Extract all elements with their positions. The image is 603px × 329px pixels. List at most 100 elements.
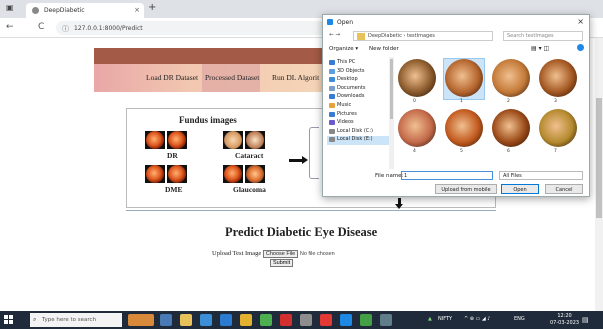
app-icon[interactable] [260, 314, 272, 326]
url-input[interactable]: ⓘ 127.0.0.1:8000/Predict [56, 21, 326, 35]
taskbar-search-input[interactable]: ⌕ Type here to search [30, 313, 122, 327]
edge-icon[interactable] [200, 314, 212, 326]
reload-icon[interactable]: C [38, 22, 44, 32]
filename-input[interactable]: 1 [401, 171, 493, 180]
organize-button[interactable]: Organize ▾ [329, 46, 358, 52]
tree-item[interactable]: Local Disk (C:) [327, 128, 389, 137]
folder-icon [329, 137, 335, 143]
store-icon[interactable] [220, 314, 232, 326]
cortana-image[interactable] [128, 314, 154, 326]
pdf-icon[interactable] [280, 314, 292, 326]
fundus-title: Fundus images [179, 115, 237, 125]
dialog-title-bar: Open [323, 15, 589, 29]
fundus-image [224, 165, 242, 183]
clock[interactable]: 12:20 07-03-2023 [550, 313, 579, 326]
image-thumbnail[interactable]: 2 [491, 59, 531, 104]
tree-item-label: Local Disk (E:) [337, 136, 373, 143]
view-options-icon[interactable]: ▤ ▾ ◫ [531, 45, 549, 52]
tree-item[interactable]: Videos [327, 119, 389, 128]
filetype-select[interactable]: All Files [499, 171, 583, 180]
nav-load-dataset[interactable]: Load DR Dataset [146, 73, 198, 82]
window-menu-icon[interactable]: ▣ [6, 3, 14, 12]
tree-scrollbar[interactable] [389, 57, 394, 169]
fundus-thumbnail-image [398, 109, 436, 147]
cancel-button[interactable]: Cancel [545, 184, 583, 194]
browser-tab[interactable]: DeepDiabetic × [26, 3, 144, 18]
image-thumbnail[interactable]: 6 [491, 109, 531, 154]
app-icon[interactable] [320, 314, 332, 326]
file-explorer-icon[interactable] [180, 314, 192, 326]
excel-icon[interactable] [360, 314, 372, 326]
task-view-icon[interactable] [160, 314, 172, 326]
thumbnail-label: 6 [507, 149, 510, 154]
folder-icon [329, 120, 335, 126]
tab-close-icon[interactable]: × [134, 6, 140, 14]
notification-icon[interactable]: ▤ [582, 316, 589, 324]
page-scrollbar[interactable] [595, 38, 603, 311]
thumbnail-label: 5 [460, 149, 463, 154]
nav-run-dl[interactable]: Run DL Algorit [272, 73, 319, 82]
tree-item[interactable]: Music [327, 102, 389, 111]
open-button[interactable]: Open [501, 184, 539, 194]
tree-item-label: Documents [337, 84, 366, 91]
folder-icon [329, 60, 335, 65]
image-thumbnail[interactable]: 3 [538, 59, 578, 104]
tree-item[interactable]: Pictures [327, 111, 389, 120]
nifty-label[interactable]: NIFTY [438, 316, 452, 322]
label-cataract: Cataract [235, 151, 264, 160]
dialog-close-icon[interactable]: × [577, 17, 584, 26]
clock-date: 07-03-2023 [550, 319, 580, 326]
arrow-down-icon [395, 198, 403, 209]
nav-processed-dataset[interactable]: Processed Dataset [205, 73, 259, 82]
fundus-thumbnail-image [492, 109, 530, 147]
image-thumbnail[interactable]: 0 [397, 59, 437, 104]
fundus-image [146, 131, 164, 149]
tree-item[interactable]: 3D Objects [327, 68, 389, 77]
screen: ▣ DeepDiabetic × + ← C ⓘ 127.0.0.1:8000/… [0, 0, 603, 329]
tray-icons[interactable]: ^ ⊕ ▭ ◢ ♪ [464, 316, 491, 322]
language-indicator[interactable]: ENG [514, 316, 525, 322]
new-folder-button[interactable]: New folder [369, 46, 399, 52]
app-icon[interactable] [340, 314, 352, 326]
dialog-toolbar: Organize ▾ New folder ▤ ▾ ◫ [323, 43, 589, 55]
thumbnail-label: 1 [460, 99, 463, 104]
upload-label: Upload Test Image [212, 250, 262, 257]
tree-item-label: Music [337, 101, 352, 108]
dialog-path[interactable]: DeepDiabetic › testImages [353, 31, 493, 41]
tree-item[interactable]: Local Disk (E:) [327, 136, 389, 145]
search-icon: ⌕ [33, 316, 37, 323]
app-icon[interactable] [380, 314, 392, 326]
tree-item[interactable]: Documents [327, 85, 389, 94]
back-icon[interactable]: ← [6, 22, 14, 32]
tree-item-label: Pictures [337, 110, 357, 117]
chrome-icon[interactable] [240, 314, 252, 326]
dialog-search-input[interactable]: Search testImages [503, 31, 583, 41]
fundus-thumbnail-image [445, 59, 483, 97]
thumbnail-label: 4 [413, 149, 416, 154]
new-tab-button[interactable]: + [148, 2, 156, 13]
tree-item[interactable]: This PC [327, 59, 389, 68]
model-box [309, 127, 319, 179]
tree-item-label: Videos [337, 119, 354, 126]
image-thumbnail[interactable]: 5 [444, 109, 484, 154]
tree-item-label: Local Disk (C:) [337, 127, 373, 134]
tree-item-label: Downloads [337, 93, 365, 100]
image-thumbnail[interactable]: 7 [538, 109, 578, 154]
dialog-title: Open [337, 19, 354, 26]
back-arrow-icon[interactable]: ← → [329, 32, 340, 38]
windows-start-icon[interactable] [4, 315, 14, 325]
tree-item[interactable]: Desktop [327, 76, 389, 85]
submit-button[interactable]: Submit [270, 259, 294, 267]
divider [126, 210, 496, 211]
image-thumbnail[interactable]: 1 [443, 58, 485, 104]
app-icon[interactable] [300, 314, 312, 326]
help-icon[interactable] [577, 44, 584, 51]
thumbnail-label: 2 [507, 99, 510, 104]
fundus-thumbnail-image [445, 109, 483, 147]
header-banner [94, 48, 340, 64]
upload-from-mobile-button[interactable]: Upload from mobile [435, 184, 497, 194]
choose-file-button[interactable]: Choose File [262, 250, 299, 258]
taskbar-search-text: Type here to search [42, 317, 97, 323]
tree-item[interactable]: Downloads [327, 93, 389, 102]
image-thumbnail[interactable]: 4 [397, 109, 437, 154]
